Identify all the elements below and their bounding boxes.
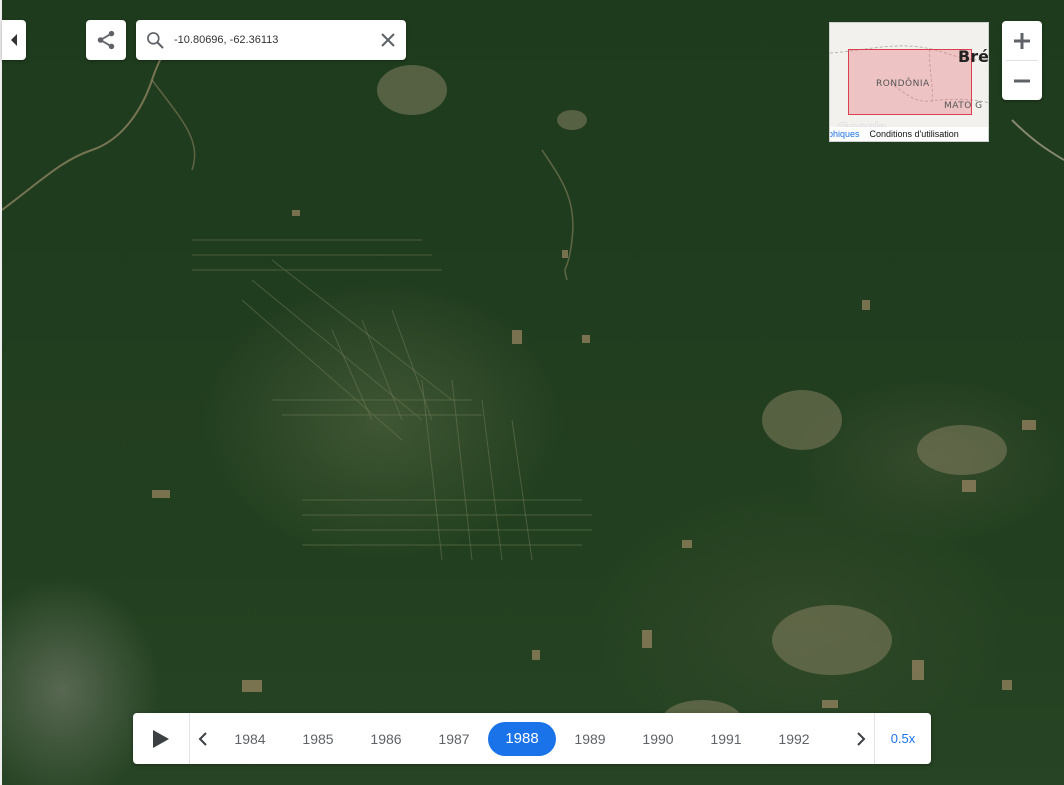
playback-speed-button[interactable]: 0.5x	[874, 713, 931, 764]
minus-icon	[1014, 79, 1030, 82]
zoom-out-button[interactable]	[1002, 61, 1042, 100]
year-list: 1984 1985 1986 1987 1988 1989 1990 1991 1992	[216, 713, 848, 764]
attribution-data-link[interactable]: phiques	[830, 129, 860, 139]
next-years-button[interactable]	[848, 713, 874, 764]
year-1988[interactable]: 1988	[488, 721, 556, 756]
timelapse-timeline: 1984 1985 1986 1987 1988 1989 1990 1991 1992 0.5…	[133, 713, 931, 764]
year-1986[interactable]: 1986	[352, 722, 420, 756]
share-icon	[97, 30, 115, 50]
year-1987[interactable]: 1987	[420, 722, 488, 756]
overview-minimap[interactable]: RONDÔNIA MATO G Bré Google phiquesCondit…	[829, 22, 989, 142]
minimap-state-label: RONDÔNIA	[876, 79, 930, 89]
minimap-attribution: phiques Conditions d'utilisation	[830, 127, 988, 141]
chevron-left-icon	[198, 731, 207, 746]
search-icon[interactable]	[136, 30, 174, 50]
year-1984[interactable]: 1984	[216, 722, 284, 756]
play-icon	[153, 729, 169, 748]
terms-link[interactable]: Conditions d'utilisation	[870, 129, 959, 139]
year-1991[interactable]: 1991	[692, 722, 760, 756]
search-bar	[136, 20, 406, 60]
zoom-controls	[1002, 21, 1042, 100]
previous-years-button[interactable]	[190, 713, 216, 764]
zoom-in-button[interactable]	[1002, 21, 1042, 60]
year-1985[interactable]: 1985	[284, 722, 352, 756]
chevron-right-icon	[857, 731, 866, 746]
minimap-state2-label: MATO G	[944, 101, 983, 111]
collapse-panel-button[interactable]	[2, 20, 26, 60]
minimap-country-label: Bré	[958, 47, 989, 66]
year-1989[interactable]: 1989	[556, 722, 624, 756]
year-1990[interactable]: 1990	[624, 722, 692, 756]
search-input[interactable]	[174, 34, 364, 46]
collapse-left-icon	[11, 34, 17, 46]
close-icon[interactable]	[370, 32, 406, 48]
play-button[interactable]	[133, 713, 190, 764]
year-1992[interactable]: 1992	[760, 722, 828, 756]
plus-icon	[1014, 32, 1030, 49]
share-button[interactable]	[86, 20, 126, 60]
